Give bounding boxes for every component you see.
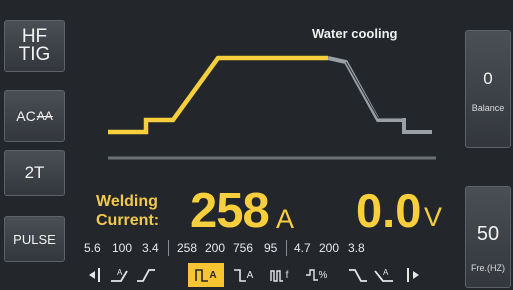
upslope-icon[interactable]: [134, 263, 158, 287]
ac-mode-button[interactable]: AC AA: [4, 90, 65, 142]
welding-label-line1: Welding: [96, 193, 158, 210]
param-value: 756: [233, 241, 254, 255]
pulse-label: PULSE: [13, 231, 56, 247]
peak-current-icon[interactable]: A: [188, 263, 224, 287]
welding-label-line2: Current:: [96, 212, 160, 229]
tig-label: TIG: [18, 44, 51, 65]
param-value: 3.8: [348, 241, 365, 255]
pulse-frequency-label: f: [285, 269, 289, 281]
frequency-label: Fre.(HZ): [471, 263, 505, 273]
downslope-icon[interactable]: [346, 263, 370, 287]
param-value: 95: [264, 241, 278, 255]
voltage-value: 0.0: [356, 184, 422, 237]
svg-text:A: A: [117, 268, 123, 277]
trigger-mode-label: 2T: [24, 163, 45, 182]
base-current-icon[interactable]: A: [226, 263, 260, 287]
ac-label: AC: [16, 108, 36, 124]
frequency-button[interactable]: 50 Fre.(HZ): [465, 186, 511, 288]
welder-screen: HF TIG AC AA 2T PULSE Water cooling Weld…: [0, 0, 513, 290]
balance-button[interactable]: 0 Balance: [465, 30, 511, 148]
welding-current-label: Welding Current:: [96, 192, 159, 230]
pulse-frequency-icon[interactable]: f: [262, 263, 296, 287]
param-value: 100: [112, 241, 133, 255]
frequency-value: 50: [476, 223, 500, 245]
balance-value: 0: [483, 69, 493, 88]
param-value: 200: [205, 241, 226, 255]
svg-text:A: A: [383, 268, 389, 277]
current-unit: A: [276, 204, 295, 234]
duty-cycle-icon[interactable]: %: [298, 263, 334, 287]
hf-tig-button[interactable]: HF TIG: [4, 20, 65, 72]
balance-label: Balance: [471, 103, 505, 113]
param-divider: [286, 240, 287, 256]
voltage-unit: V: [424, 202, 443, 232]
end-current-icon[interactable]: A: [372, 263, 396, 287]
param-value: 258: [177, 241, 198, 255]
trigger-mode-button[interactable]: 2T: [4, 150, 65, 196]
param-value: 5.6: [84, 241, 101, 255]
base-current-label: A: [246, 269, 254, 281]
peak-current-label: A: [209, 269, 217, 281]
downslope-curve: [327, 56, 432, 134]
pulse-button[interactable]: PULSE: [4, 216, 65, 262]
param-value: 200: [319, 241, 340, 255]
upslope-curve: [108, 55, 328, 135]
ac-sub-label: AA: [36, 109, 53, 123]
preflow-icon[interactable]: [84, 263, 108, 287]
duty-cycle-label: %: [318, 269, 328, 281]
water-cooling-status: Water cooling: [312, 26, 398, 41]
param-value: 3.4: [142, 241, 159, 255]
param-divider: [168, 240, 169, 256]
postflow-icon[interactable]: [400, 263, 424, 287]
start-current-icon[interactable]: A: [108, 263, 132, 287]
welding-current-value: 258: [190, 184, 270, 238]
param-value: 4.7: [294, 241, 311, 255]
